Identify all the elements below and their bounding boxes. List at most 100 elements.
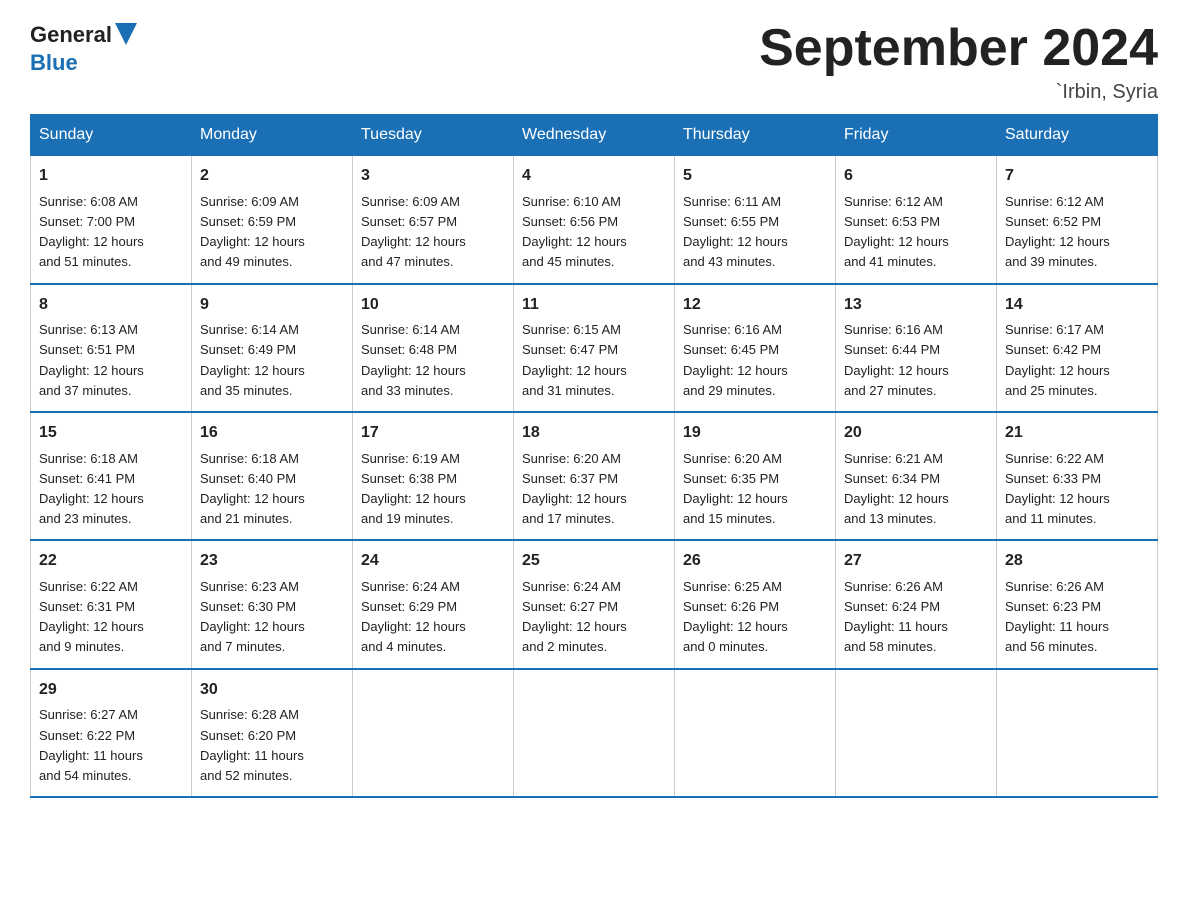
calendar-cell: 12 Sunrise: 6:16 AMSunset: 6:45 PMDayligh… <box>675 284 836 412</box>
calendar-cell: 26 Sunrise: 6:25 AMSunset: 6:26 PMDayligh… <box>675 540 836 668</box>
day-number: 9 <box>200 293 344 318</box>
day-info: Sunrise: 6:16 AMSunset: 6:45 PMDaylight:… <box>683 322 788 397</box>
day-info: Sunrise: 6:25 AMSunset: 6:26 PMDaylight:… <box>683 579 788 654</box>
day-number: 10 <box>361 293 505 318</box>
calendar-cell: 10 Sunrise: 6:14 AMSunset: 6:48 PMDayligh… <box>353 284 514 412</box>
day-info: Sunrise: 6:26 AMSunset: 6:24 PMDaylight:… <box>844 579 948 654</box>
day-info: Sunrise: 6:16 AMSunset: 6:44 PMDaylight:… <box>844 322 949 397</box>
day-number: 16 <box>200 421 344 446</box>
calendar-cell: 8 Sunrise: 6:13 AMSunset: 6:51 PMDaylight… <box>31 284 192 412</box>
day-number: 1 <box>39 164 183 189</box>
day-info: Sunrise: 6:12 AMSunset: 6:52 PMDaylight:… <box>1005 194 1110 269</box>
calendar-cell: 15Sunrise: 6:18 AMSunset: 6:41 PMDayligh… <box>31 412 192 540</box>
day-info: Sunrise: 6:15 AMSunset: 6:47 PMDaylight:… <box>522 322 627 397</box>
day-info: Sunrise: 6:27 AMSunset: 6:22 PMDaylight:… <box>39 707 143 782</box>
weekday-wednesday: Wednesday <box>514 115 675 155</box>
calendar-cell: 23 Sunrise: 6:23 AMSunset: 6:30 PMDayligh… <box>192 540 353 668</box>
day-number: 19 <box>683 421 827 446</box>
day-number: 8 <box>39 293 183 318</box>
day-info: Sunrise: 6:23 AMSunset: 6:30 PMDaylight:… <box>200 579 305 654</box>
day-info: Sunrise: 6:17 AMSunset: 6:42 PMDaylight:… <box>1005 322 1110 397</box>
logo-triangle-icon <box>115 23 137 45</box>
day-number: 26 <box>683 549 827 574</box>
day-info: Sunrise: 6:09 AMSunset: 6:59 PMDaylight:… <box>200 194 305 269</box>
calendar-cell: 17Sunrise: 6:19 AMSunset: 6:38 PMDayligh… <box>353 412 514 540</box>
day-number: 14 <box>1005 293 1149 318</box>
title-block: September 2024 `Irbin, Syria <box>759 20 1158 104</box>
calendar-cell: 21 Sunrise: 6:22 AMSunset: 6:33 PMDayligh… <box>997 412 1158 540</box>
calendar-cell: 24 Sunrise: 6:24 AMSunset: 6:29 PMDayligh… <box>353 540 514 668</box>
calendar-cell: 28 Sunrise: 6:26 AMSunset: 6:23 PMDayligh… <box>997 540 1158 668</box>
day-info: Sunrise: 6:08 AMSunset: 7:00 PMDaylight:… <box>39 194 144 269</box>
calendar-cell: 3 Sunrise: 6:09 AMSunset: 6:57 PMDaylight… <box>353 155 514 283</box>
weekday-monday: Monday <box>192 115 353 155</box>
calendar-cell: 5 Sunrise: 6:11 AMSunset: 6:55 PMDaylight… <box>675 155 836 283</box>
calendar-cell: 27 Sunrise: 6:26 AMSunset: 6:24 PMDayligh… <box>836 540 997 668</box>
day-info: Sunrise: 6:14 AMSunset: 6:49 PMDaylight:… <box>200 322 305 397</box>
day-info: Sunrise: 6:18 AMSunset: 6:40 PMDaylight:… <box>200 451 305 526</box>
calendar-cell <box>675 669 836 797</box>
calendar-cell: 19 Sunrise: 6:20 AMSunset: 6:35 PMDayligh… <box>675 412 836 540</box>
calendar-cell: 4Sunrise: 6:10 AMSunset: 6:56 PMDaylight… <box>514 155 675 283</box>
calendar-cell <box>836 669 997 797</box>
day-number: 23 <box>200 549 344 574</box>
logo-text-black: General <box>30 22 112 48</box>
day-number: 21 <box>1005 421 1149 446</box>
day-number: 30 <box>200 678 344 703</box>
weekday-sunday: Sunday <box>31 115 192 155</box>
day-number: 27 <box>844 549 988 574</box>
weekday-header-row: SundayMondayTuesdayWednesdayThursdayFrid… <box>31 115 1158 155</box>
calendar-cell: 25 Sunrise: 6:24 AMSunset: 6:27 PMDayligh… <box>514 540 675 668</box>
calendar-cell: 20 Sunrise: 6:21 AMSunset: 6:34 PMDayligh… <box>836 412 997 540</box>
day-number: 5 <box>683 164 827 189</box>
day-info: Sunrise: 6:11 AMSunset: 6:55 PMDaylight:… <box>683 194 788 269</box>
day-number: 28 <box>1005 549 1149 574</box>
day-number: 4 <box>522 164 666 189</box>
logo-text-blue: Blue <box>30 50 78 75</box>
day-info: Sunrise: 6:22 AMSunset: 6:31 PMDaylight:… <box>39 579 144 654</box>
calendar-cell: 18 Sunrise: 6:20 AMSunset: 6:37 PMDayligh… <box>514 412 675 540</box>
day-number: 22 <box>39 549 183 574</box>
day-number: 29 <box>39 678 183 703</box>
calendar-cell: 16 Sunrise: 6:18 AMSunset: 6:40 PMDayligh… <box>192 412 353 540</box>
month-title: September 2024 <box>759 20 1158 77</box>
calendar-cell <box>353 669 514 797</box>
day-info: Sunrise: 6:22 AMSunset: 6:33 PMDaylight:… <box>1005 451 1110 526</box>
day-number: 18 <box>522 421 666 446</box>
calendar-cell: 29 Sunrise: 6:27 AMSunset: 6:22 PMDayligh… <box>31 669 192 797</box>
calendar-cell: 30Sunrise: 6:28 AMSunset: 6:20 PMDayligh… <box>192 669 353 797</box>
day-info: Sunrise: 6:18 AMSunset: 6:41 PMDaylight:… <box>39 451 144 526</box>
day-info: Sunrise: 6:20 AMSunset: 6:37 PMDaylight:… <box>522 451 627 526</box>
week-row-1: 1 Sunrise: 6:08 AMSunset: 7:00 PMDaylight… <box>31 155 1158 283</box>
calendar-cell: 6Sunrise: 6:12 AMSunset: 6:53 PMDaylight… <box>836 155 997 283</box>
calendar-cell: 14 Sunrise: 6:17 AMSunset: 6:42 PMDayligh… <box>997 284 1158 412</box>
day-info: Sunrise: 6:14 AMSunset: 6:48 PMDaylight:… <box>361 322 466 397</box>
day-info: Sunrise: 6:24 AMSunset: 6:29 PMDaylight:… <box>361 579 466 654</box>
calendar-cell <box>514 669 675 797</box>
day-info: Sunrise: 6:13 AMSunset: 6:51 PMDaylight:… <box>39 322 144 397</box>
day-info: Sunrise: 6:09 AMSunset: 6:57 PMDaylight:… <box>361 194 466 269</box>
week-row-5: 29 Sunrise: 6:27 AMSunset: 6:22 PMDayligh… <box>31 669 1158 797</box>
calendar-table: SundayMondayTuesdayWednesdayThursdayFrid… <box>30 114 1158 798</box>
day-info: Sunrise: 6:24 AMSunset: 6:27 PMDaylight:… <box>522 579 627 654</box>
day-number: 12 <box>683 293 827 318</box>
week-row-2: 8 Sunrise: 6:13 AMSunset: 6:51 PMDaylight… <box>31 284 1158 412</box>
day-number: 3 <box>361 164 505 189</box>
day-number: 24 <box>361 549 505 574</box>
day-info: Sunrise: 6:20 AMSunset: 6:35 PMDaylight:… <box>683 451 788 526</box>
week-row-4: 22 Sunrise: 6:22 AMSunset: 6:31 PMDayligh… <box>31 540 1158 668</box>
weekday-saturday: Saturday <box>997 115 1158 155</box>
day-number: 13 <box>844 293 988 318</box>
logo: General Blue <box>30 20 137 76</box>
weekday-tuesday: Tuesday <box>353 115 514 155</box>
calendar-cell: 1 Sunrise: 6:08 AMSunset: 7:00 PMDaylight… <box>31 155 192 283</box>
day-number: 2 <box>200 164 344 189</box>
day-number: 20 <box>844 421 988 446</box>
calendar-cell: 22 Sunrise: 6:22 AMSunset: 6:31 PMDayligh… <box>31 540 192 668</box>
day-number: 25 <box>522 549 666 574</box>
calendar-cell: 11Sunrise: 6:15 AMSunset: 6:47 PMDayligh… <box>514 284 675 412</box>
day-number: 17 <box>361 421 505 446</box>
day-info: Sunrise: 6:21 AMSunset: 6:34 PMDaylight:… <box>844 451 949 526</box>
day-info: Sunrise: 6:26 AMSunset: 6:23 PMDaylight:… <box>1005 579 1109 654</box>
week-row-3: 15Sunrise: 6:18 AMSunset: 6:41 PMDayligh… <box>31 412 1158 540</box>
